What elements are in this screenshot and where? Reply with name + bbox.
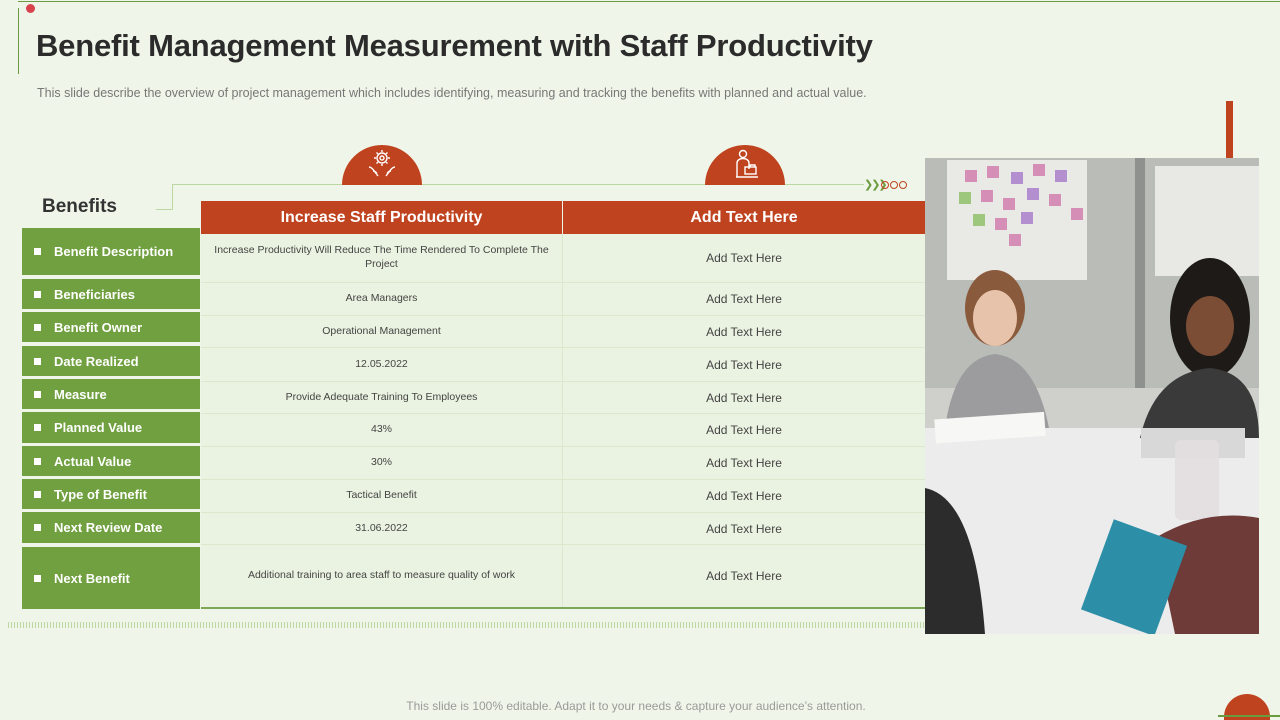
left-border-line [18,8,19,74]
bullet-icon [34,424,41,431]
cell-type-of-benefit[interactable]: Tactical Benefit [201,480,562,512]
meeting-photo-illustration [925,158,1259,634]
cell-beneficiaries[interactable]: Area Managers [201,283,562,315]
bullet-icon [34,290,41,298]
connector-stub [156,209,173,210]
bullet-icon [34,357,41,365]
bullet-icon [34,457,41,465]
slide-title[interactable]: Benefit Management Measurement with Staf… [36,28,873,64]
circles-icon [881,181,907,189]
row-label-planned-value[interactable]: Planned Value [22,412,200,443]
cell-date-realized[interactable]: 12.05.2022 [201,348,562,381]
row-label-next-review-date[interactable]: Next Review Date [22,512,200,543]
cell-planned-value-extra[interactable]: Add Text Here [563,414,925,446]
person-desk-icon [736,149,758,178]
cell-benefit-description[interactable]: Increase Productivity Will Reduce The Ti… [201,234,562,282]
cell-type-of-benefit-extra[interactable]: Add Text Here [563,480,925,512]
cell-beneficiaries-extra[interactable]: Add Text Here [563,283,925,315]
cell-date-realized-extra[interactable]: Add Text Here [563,348,925,381]
row-label-type-of-benefit[interactable]: Type of Benefit [22,479,200,509]
table-bottom-border [201,607,925,609]
cell-benefit-description-extra[interactable]: Add Text Here [563,234,925,282]
cell-planned-value[interactable]: 43% [201,414,562,446]
cell-actual-value-extra[interactable]: Add Text Here [563,447,925,479]
cell-next-review-date[interactable]: 31.06.2022 [201,513,562,544]
dotted-divider [8,622,925,628]
bullet-icon [34,323,41,331]
benefits-heading: Benefits [42,196,117,217]
row-label-beneficiaries[interactable]: Beneficiaries [22,279,200,309]
row-label-benefit-owner[interactable]: Benefit Owner [22,312,200,342]
column-header-add-text[interactable]: Add Text Here [563,201,925,234]
row-label-next-benefit[interactable]: Next Benefit [22,547,200,609]
cell-measure[interactable]: Provide Adequate Training To Employees [201,382,562,413]
cell-next-review-date-extra[interactable]: Add Text Here [563,513,925,544]
cell-next-benefit[interactable]: Additional training to area staff to mea… [201,545,562,607]
column-header-staff-productivity[interactable]: Increase Staff Productivity [201,201,562,234]
bullet-icon [34,524,41,531]
cell-next-benefit-extra[interactable]: Add Text Here [563,545,925,607]
gear-hands-icon [368,150,396,177]
corner-line [1218,715,1280,717]
row-label-benefit-description[interactable]: Benefit Description [22,228,200,275]
cell-benefit-owner-extra[interactable]: Add Text Here [563,316,925,347]
bullet-icon [34,390,41,398]
cell-actual-value[interactable]: 30% [201,447,562,479]
bullet-icon [34,574,41,582]
row-label-actual-value[interactable]: Actual Value [22,446,200,476]
col1-icon-badge [342,145,422,185]
row-label-date-realized[interactable]: Date Realized [22,346,200,376]
bullet-icon [34,248,41,255]
cell-benefit-owner[interactable]: Operational Management [201,316,562,347]
top-border-line [18,1,1280,2]
decor-dot [26,4,35,13]
cell-measure-extra[interactable]: Add Text Here [563,382,925,413]
connector-vertical [172,184,173,209]
meeting-photo[interactable] [925,158,1259,634]
bullet-icon [34,490,41,498]
footer-note: This slide is 100% editable. Adapt it to… [406,699,866,713]
row-label-measure[interactable]: Measure [22,379,200,409]
col2-icon-badge [705,145,785,185]
slide-subtitle[interactable]: This slide describe the overview of proj… [37,86,867,100]
